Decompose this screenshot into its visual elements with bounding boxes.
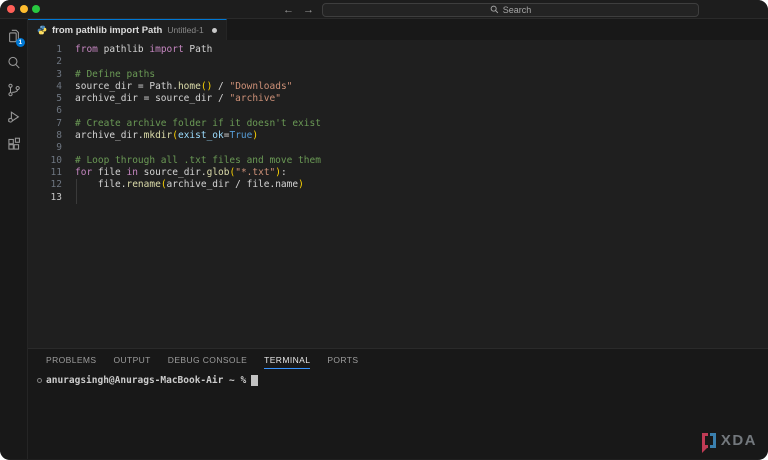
line-number: 3: [56, 68, 62, 80]
line-number: 2: [56, 56, 62, 68]
tab-title: from pathlib import Path: [52, 24, 163, 36]
vscode-window: ← → Search 1 from pathlib import Path Un…: [0, 0, 768, 460]
command-decoration-icon: [37, 378, 42, 383]
terminal-cursor: [251, 375, 258, 386]
modified-dot-icon[interactable]: [211, 27, 217, 33]
indent-guide: [75, 191, 77, 204]
xda-left-bracket-icon: [701, 433, 708, 453]
code-text: # Create archive folder if it doesn't ex…: [75, 117, 321, 129]
code-line[interactable]: 6: [28, 105, 768, 117]
code-text: from pathlib import Path: [75, 44, 213, 55]
panel-tab-bar: PROBLEMS OUTPUT DEBUG CONSOLE TERMINAL PORTS: [28, 349, 768, 369]
panel-tab-problems[interactable]: PROBLEMS: [46, 355, 96, 369]
code-line[interactable]: 13: [28, 191, 768, 204]
sidebar-item-source-control[interactable]: [6, 82, 21, 97]
python-icon: [37, 25, 47, 35]
xda-logo-icon: [701, 433, 716, 453]
code-line[interactable]: 5 archive_dir = source_dir / "archive": [28, 93, 768, 105]
code-line[interactable]: 8 archive_dir.mkdir(exist_ok=True): [28, 130, 768, 142]
code-text: for file in source_dir.glob("*.txt"):: [75, 166, 287, 178]
line-number: 7: [56, 117, 62, 129]
editor-lines: 1 from pathlib import Path 2 3 # Define path…: [28, 44, 768, 204]
panel-tab-terminal[interactable]: TERMINAL: [264, 355, 311, 369]
line-number: 5: [56, 93, 62, 105]
terminal[interactable]: anuragsingh@Anurags-MacBook-Air ~ %: [28, 375, 768, 386]
line-number: 9: [56, 142, 62, 154]
line-number: 4: [56, 80, 62, 92]
code-line[interactable]: 10 # Loop through all .txt files and move…: [28, 155, 768, 167]
xda-right-bracket-icon: [709, 433, 716, 448]
back-arrow-icon[interactable]: ←: [283, 2, 294, 18]
code-line[interactable]: 3 # Define paths: [28, 69, 768, 81]
xda-watermark: XDA: [701, 432, 757, 453]
indent-guide: [75, 179, 77, 192]
search-placeholder: Search: [502, 4, 532, 15]
code-text: archive_dir = source_dir / "archive": [75, 93, 281, 105]
code-text: # Loop through all .txt files and move t…: [75, 154, 321, 166]
code-line[interactable]: 9: [28, 142, 768, 154]
code-text: # Define paths: [75, 68, 156, 80]
command-center-search[interactable]: Search: [322, 2, 699, 17]
code-editor[interactable]: 1 from pathlib import Path 2 3 # Define path…: [28, 40, 768, 348]
sidebar-item-run-debug[interactable]: [6, 109, 21, 124]
close-window-button[interactable]: [7, 5, 15, 13]
zoom-window-button[interactable]: [32, 5, 40, 13]
sidebar-item-explorer[interactable]: 1: [6, 28, 25, 47]
sidebar-item-extensions[interactable]: [6, 136, 21, 151]
editor-tab-bar: from pathlib import Path Untitled-1: [28, 19, 768, 40]
xda-logo-text: XDA: [720, 432, 757, 449]
line-number: 11: [50, 166, 62, 178]
forward-arrow-icon[interactable]: →: [303, 2, 314, 18]
line-number: 1: [56, 44, 62, 55]
search-icon: [490, 5, 498, 14]
code-line[interactable]: 12 file.rename(archive_dir / file.name): [28, 179, 768, 192]
search-icon: [7, 56, 20, 68]
panel-tab-ports[interactable]: PORTS: [327, 355, 358, 369]
tab-description: Untitled-1: [167, 25, 204, 35]
code-text: archive_dir.mkdir(exist_ok=True): [75, 130, 259, 142]
code-line[interactable]: 11 for file in source_dir.glob("*.txt"):: [28, 167, 768, 179]
activity-bar: 1: [0, 19, 28, 459]
code-line[interactable]: 7 # Create archive folder if it doesn't e…: [28, 118, 768, 130]
panel-tab-output[interactable]: OUTPUT: [113, 355, 150, 369]
titlebar: ← → Search: [0, 0, 768, 19]
explorer-badge: 1: [15, 37, 25, 47]
line-number: 8: [56, 130, 62, 142]
line-number: 12: [50, 179, 62, 191]
editor-tab-untitled-1[interactable]: from pathlib import Path Untitled-1: [28, 19, 227, 40]
bottom-panel: PROBLEMS OUTPUT DEBUG CONSOLE TERMINAL PORTS…: [28, 348, 768, 459]
extensions-icon: [7, 137, 20, 150]
code-line[interactable]: 4 source_dir = Path.home() / "Downloads": [28, 81, 768, 93]
code-line[interactable]: 1 from pathlib import Path: [28, 44, 768, 56]
line-number: 6: [56, 105, 62, 117]
terminal-prompt: anuragsingh@Anurags-MacBook-Air ~ %: [46, 375, 247, 386]
code-line[interactable]: 2: [28, 56, 768, 68]
traffic-lights: [7, 5, 40, 13]
panel-tab-debug-console[interactable]: DEBUG CONSOLE: [168, 355, 247, 369]
git-branch-icon: [7, 83, 20, 96]
code-text: source_dir = Path.home() / "Downloads": [75, 80, 293, 92]
line-number: 13: [50, 191, 62, 203]
sidebar-item-search[interactable]: [6, 55, 21, 70]
line-number: 10: [50, 154, 62, 166]
code-text: file.rename(archive_dir / file.name): [75, 179, 304, 191]
run-debug-icon: [7, 110, 19, 123]
minimize-window-button[interactable]: [19, 5, 28, 13]
